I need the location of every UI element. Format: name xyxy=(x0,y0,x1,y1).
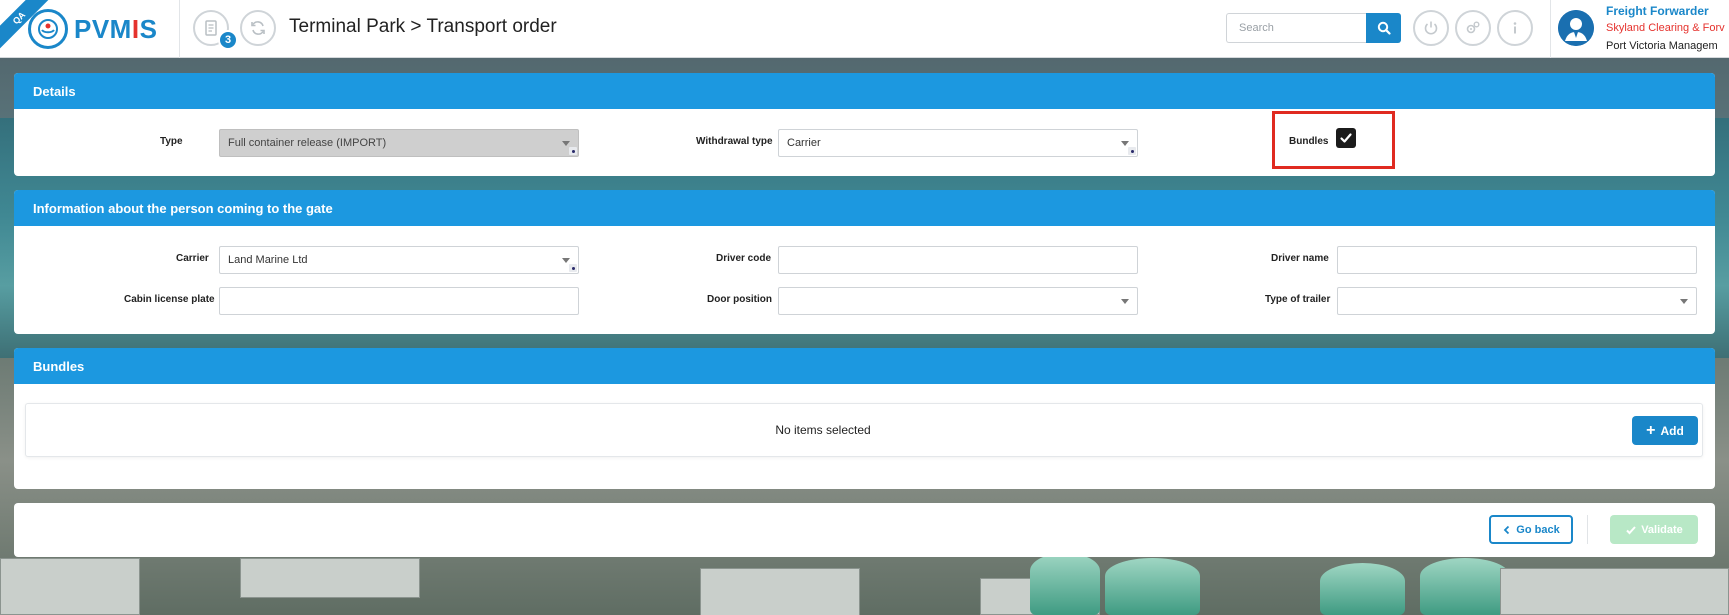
carrier-value: Land Marine Ltd xyxy=(228,254,308,266)
add-button-label: Add xyxy=(1660,423,1684,438)
required-marker-icon xyxy=(1128,147,1136,155)
driver-code-label: Driver code xyxy=(716,253,772,264)
add-bundle-button[interactable]: + Add xyxy=(1632,416,1698,445)
logo-area[interactable]: QA PVMIS xyxy=(0,0,180,58)
gears-icon xyxy=(1466,21,1480,34)
background-building xyxy=(240,558,420,598)
background-tank xyxy=(1420,558,1510,615)
type-label: Type xyxy=(160,136,183,147)
background-building xyxy=(1500,568,1729,615)
required-marker-icon xyxy=(569,147,577,155)
info-icon xyxy=(1513,22,1517,34)
door-position-label: Door position xyxy=(707,294,772,305)
withdrawal-type-label: Withdrawal type xyxy=(696,136,773,147)
door-position-select[interactable] xyxy=(778,287,1138,315)
cabin-license-plate-field[interactable] xyxy=(219,287,579,315)
user-avatar-icon xyxy=(1558,10,1594,46)
search-button[interactable] xyxy=(1366,13,1401,43)
logout-button[interactable] xyxy=(1413,10,1449,46)
background-building xyxy=(700,568,860,615)
type-of-trailer-label: Type of trailer xyxy=(1265,294,1331,305)
divider xyxy=(1587,515,1588,544)
type-of-trailer-select[interactable] xyxy=(1337,287,1697,315)
driver-name-field[interactable] xyxy=(1337,246,1697,274)
user-role: Freight Forwarder xyxy=(1606,4,1709,18)
notification-badge: 3 xyxy=(218,30,238,50)
top-navigation-bar: QA PVMIS 3 Terminal Park > Transport ord… xyxy=(0,0,1729,58)
validate-button[interactable]: Validate xyxy=(1610,515,1698,544)
driver-name-label: Driver name xyxy=(1271,253,1329,264)
footer-actions: Go back Validate xyxy=(14,503,1715,557)
page-title: Terminal Park > Transport order xyxy=(289,16,557,37)
person-info-panel-title: Information about the person coming to t… xyxy=(14,190,1715,226)
person-info-panel: Information about the person coming to t… xyxy=(14,190,1715,334)
carrier-label: Carrier xyxy=(176,253,209,264)
chevron-down-icon xyxy=(1121,141,1129,146)
user-organization: Port Victoria Managem xyxy=(1606,40,1718,52)
required-marker-icon xyxy=(569,264,577,272)
settings-button[interactable] xyxy=(1455,10,1491,46)
details-panel: Details Type Full container release (IMP… xyxy=(14,73,1715,176)
background-building xyxy=(0,558,140,615)
withdrawal-type-value: Carrier xyxy=(787,137,821,149)
background-tank xyxy=(1030,553,1100,615)
user-company: Skyland Clearing & Forv xyxy=(1606,22,1725,34)
cabin-license-plate-label: Cabin license plate xyxy=(124,294,215,305)
go-back-label: Go back xyxy=(1516,523,1560,536)
logo-text: PVMIS xyxy=(74,14,158,44)
chevron-down-icon xyxy=(562,258,570,263)
validate-label: Validate xyxy=(1641,523,1683,536)
details-panel-title: Details xyxy=(14,73,1715,109)
background-tank xyxy=(1320,563,1405,615)
highlight-box xyxy=(1272,111,1395,169)
refresh-icon xyxy=(251,21,265,35)
type-select: Full container release (IMPORT) xyxy=(219,129,579,157)
chevron-down-icon xyxy=(562,141,570,146)
chevron-left-icon xyxy=(1504,525,1510,534)
driver-code-field[interactable] xyxy=(778,246,1138,274)
plus-icon: + xyxy=(1646,421,1656,439)
user-profile[interactable]: Freight Forwarder Skyland Clearing & For… xyxy=(1550,0,1729,58)
refresh-button[interactable] xyxy=(240,10,276,46)
pvmis-emblem-icon xyxy=(28,9,68,49)
chevron-down-icon xyxy=(1121,299,1129,304)
power-icon xyxy=(1424,21,1438,35)
type-value: Full container release (IMPORT) xyxy=(228,137,387,149)
chevron-down-icon xyxy=(1680,299,1688,304)
document-icon xyxy=(205,20,217,36)
bundles-panel-title: Bundles xyxy=(14,348,1715,384)
carrier-select[interactable]: Land Marine Ltd xyxy=(219,246,579,274)
withdrawal-type-select[interactable]: Carrier xyxy=(778,129,1138,157)
info-button[interactable] xyxy=(1497,10,1533,46)
bundles-panel: Bundles No items selected + Add xyxy=(14,348,1715,489)
empty-state-text: No items selected xyxy=(775,423,871,437)
search-icon xyxy=(1377,21,1391,35)
go-back-button[interactable]: Go back xyxy=(1489,515,1573,544)
checkmark-icon xyxy=(1626,525,1636,534)
background-tank xyxy=(1105,558,1200,615)
search-input[interactable] xyxy=(1226,13,1366,43)
avatar xyxy=(1558,10,1594,46)
bundles-list: No items selected + Add xyxy=(25,403,1703,457)
